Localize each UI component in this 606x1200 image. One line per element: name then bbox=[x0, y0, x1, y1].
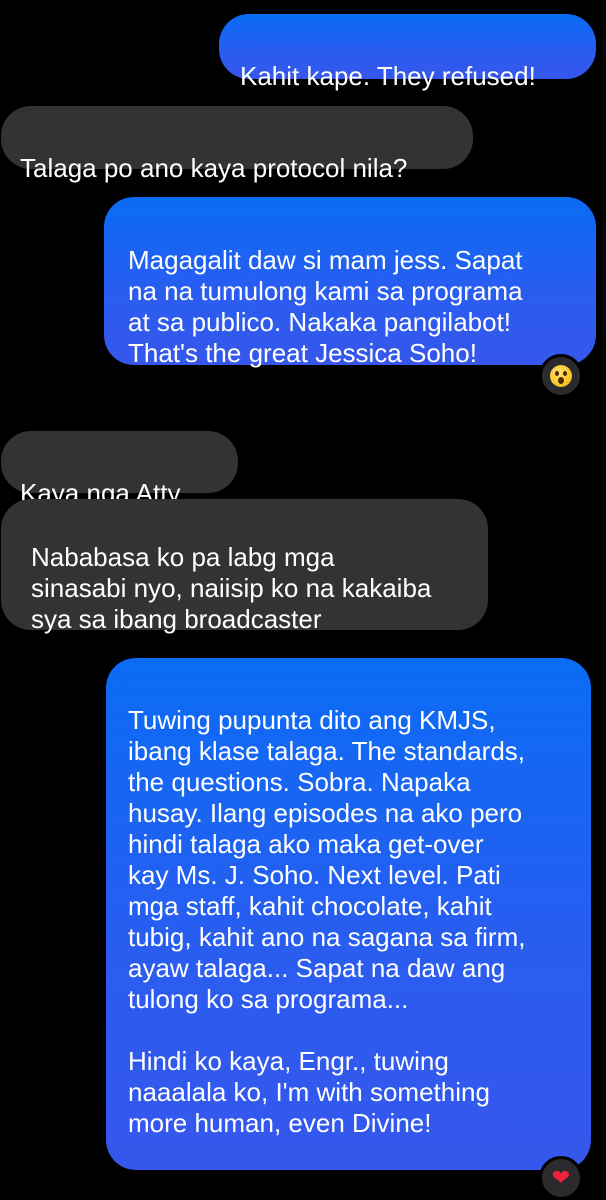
message-text: Kahit kape. They refused! bbox=[240, 61, 536, 91]
message-text: Talaga po ano kaya protocol nila? bbox=[20, 153, 408, 183]
message-text: Tuwing pupunta dito ang KMJS, ibang klas… bbox=[128, 705, 526, 1138]
message-bubble-outgoing[interactable]: Tuwing pupunta dito ang KMJS, ibang klas… bbox=[106, 658, 591, 1170]
heart-icon: ❤ bbox=[551, 1165, 571, 1190]
wow-face-icon bbox=[550, 365, 572, 387]
message-bubble-outgoing[interactable]: Magagalit daw si mam jess. Sapat na na t… bbox=[104, 197, 596, 368]
message-bubble-outgoing[interactable]: Kahit kape. They refused! bbox=[219, 14, 596, 91]
reaction-wow-icon[interactable] bbox=[539, 354, 583, 398]
reaction-heart[interactable]: ❤ bbox=[539, 1156, 583, 1200]
message-text: Nababasa ko pa labg mga sinasabi nyo, na… bbox=[31, 542, 432, 634]
message-bubble-incoming[interactable]: Talaga po ano kaya protocol nila? bbox=[1, 106, 473, 183]
message-text: Magagalit daw si mam jess. Sapat na na t… bbox=[128, 245, 523, 368]
message-bubble-incoming[interactable]: Kaya nga Atty., bbox=[1, 431, 238, 508]
message-bubble-incoming[interactable]: Nababasa ko pa labg mga sinasabi nyo, na… bbox=[1, 499, 488, 634]
